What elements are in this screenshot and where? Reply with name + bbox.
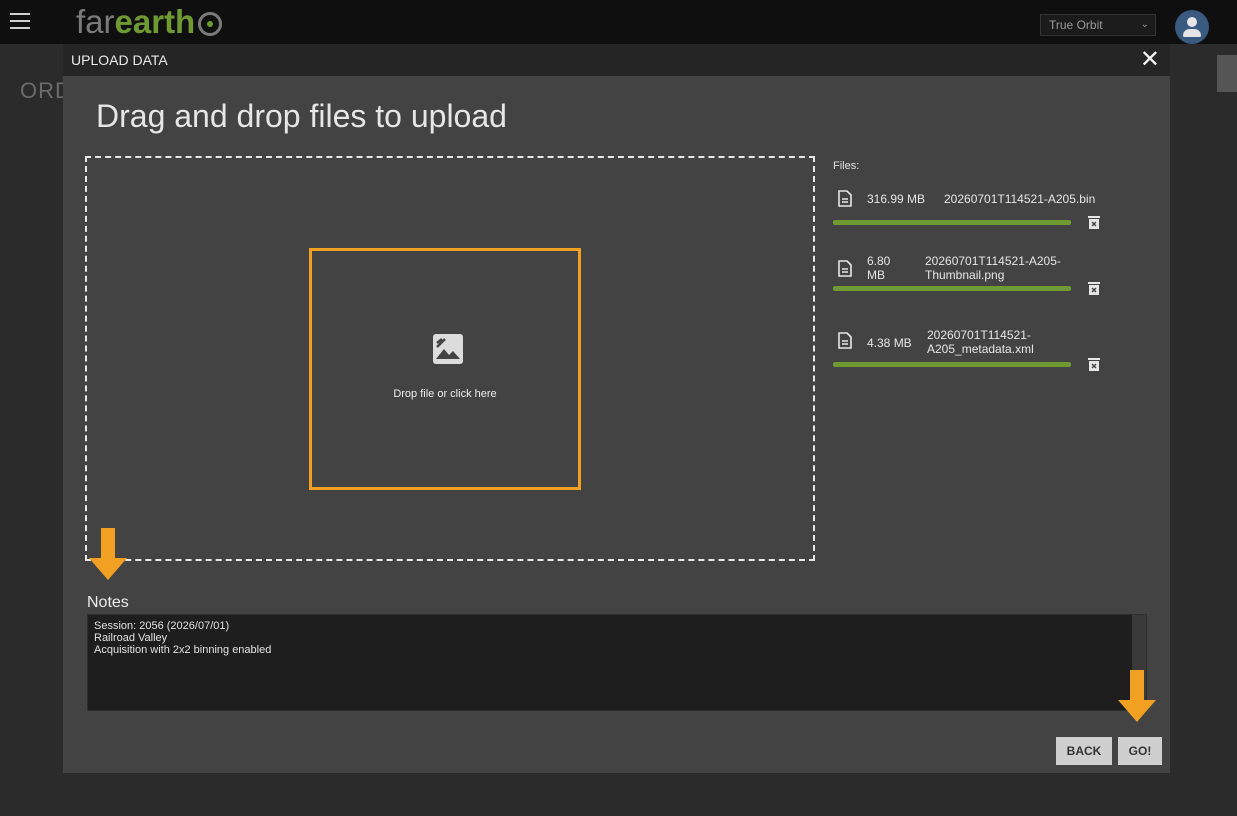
dialog-heading: Drag and drop files to upload xyxy=(96,98,507,134)
files-label: Files: xyxy=(833,160,860,172)
notes-label: Notes xyxy=(87,594,129,611)
notes-line: Railroad Valley xyxy=(94,632,168,644)
file-size: 316.99 MB xyxy=(867,192,926,206)
arrow-down-icon xyxy=(89,528,127,582)
dialog-title: UPLOAD DATA xyxy=(71,52,168,68)
file-name: 20260701T114521-A205- Thumbnail.png xyxy=(925,254,1061,282)
file-size: 6.80 MB xyxy=(867,254,891,282)
file-item: 6.80 MB 20260701T114521-A205- Thumbnail.… xyxy=(833,254,1113,316)
document-icon xyxy=(838,190,852,207)
file-item: 316.99 MB 20260701T114521-A205.bin xyxy=(833,184,1113,244)
orbit-select[interactable]: True Orbit ⌄ xyxy=(1040,14,1156,36)
menu-icon[interactable] xyxy=(10,13,30,31)
document-icon xyxy=(838,260,852,277)
file-item: 4.38 MB 20260701T114521- A205_metadata.x… xyxy=(833,326,1113,386)
document-icon xyxy=(838,332,852,349)
upload-progress-bar xyxy=(833,220,1071,225)
file-size: 4.38 MB xyxy=(867,336,912,350)
orbit-select-value: True Orbit xyxy=(1049,18,1103,32)
upload-progress-bar xyxy=(833,362,1071,367)
logo-text-earth: earth xyxy=(114,3,196,40)
close-icon[interactable]: ✕ xyxy=(1140,46,1160,74)
trash-icon[interactable] xyxy=(1088,357,1100,371)
chevron-down-icon: ⌄ xyxy=(1140,19,1149,30)
trash-icon[interactable] xyxy=(1088,281,1100,295)
drag-drop-zone[interactable]: Drop file or click here xyxy=(85,156,815,561)
file-name: 20260701T114521-A205.bin xyxy=(944,192,1096,206)
trash-icon[interactable] xyxy=(1088,215,1100,229)
background-scrollbar xyxy=(1217,55,1237,92)
logo-text-far: far xyxy=(76,3,115,40)
notes-line: Session: 2056 (2026/07/01) xyxy=(94,620,230,632)
drop-file-button[interactable]: Drop file or click here xyxy=(309,248,581,490)
upload-progress-bar xyxy=(833,286,1071,291)
drop-label: Drop file or click here xyxy=(393,388,497,400)
notes-textarea[interactable]: Session: 2056 (2026/07/01) Railroad Vall… xyxy=(87,614,1147,711)
avatar-icon[interactable] xyxy=(1175,10,1209,44)
upload-data-dialog: UPLOAD DATA ✕ Drag and drop files to upl… xyxy=(63,44,1170,773)
go-button[interactable]: GO! xyxy=(1118,737,1162,765)
notes-line: Acquisition with 2x2 binning enabled xyxy=(94,644,272,656)
logo-mark-icon xyxy=(198,12,223,36)
top-app-bar: farearth True Orbit ⌄ xyxy=(0,0,1237,44)
back-button[interactable]: BACK xyxy=(1056,737,1112,765)
arrow-down-icon xyxy=(1118,670,1156,724)
dialog-header: UPLOAD DATA ✕ xyxy=(63,44,1170,76)
image-icon xyxy=(433,334,463,364)
logo[interactable]: farearth xyxy=(76,2,223,42)
file-name: 20260701T114521- A205_metadata.xml xyxy=(927,328,1034,356)
